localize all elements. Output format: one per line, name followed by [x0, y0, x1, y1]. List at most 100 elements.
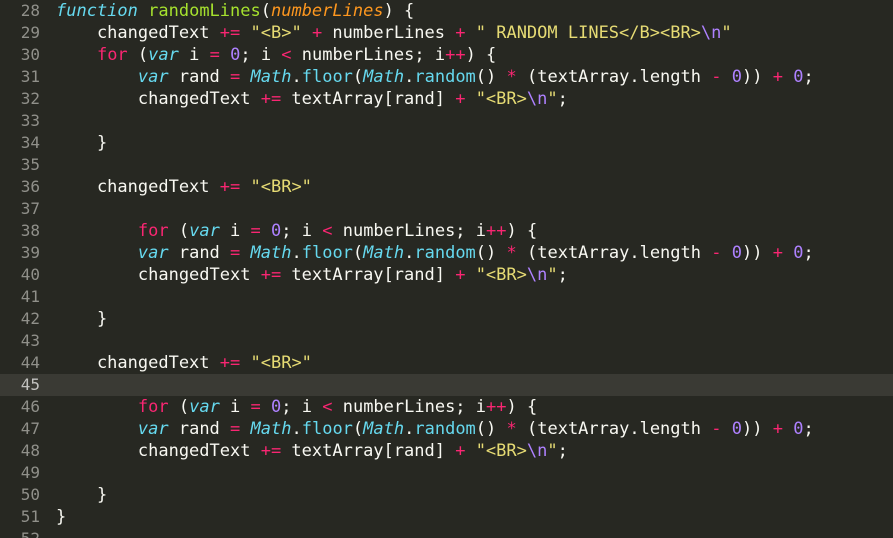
code-token: + — [772, 67, 783, 87]
code-token: changedText — [56, 441, 261, 461]
code-token: numberLines — [270, 1, 384, 21]
code-line[interactable]: 37 — [0, 198, 893, 220]
code-token: ) { — [465, 45, 497, 65]
code-line[interactable]: 31 var rand = Math.floor(Math.random() *… — [0, 66, 893, 88]
code-line[interactable]: 28 function randomLines(numberLines) { — [0, 0, 893, 22]
code-token: 0 — [271, 221, 282, 241]
code-token: textArray[rand] — [281, 265, 456, 285]
code-token: Math — [363, 67, 405, 87]
code-text: changedText += "<B>" + numberLines + " R… — [56, 22, 732, 44]
code-line[interactable]: 44 changedText += "<BR>" — [0, 352, 893, 374]
line-number: 36 — [20, 177, 40, 196]
code-token: changedText — [56, 177, 220, 197]
code-line[interactable]: 36 changedText += "<BR>" — [0, 176, 893, 198]
code-token: < — [322, 397, 333, 417]
code-editor[interactable]: 28 function randomLines(numberLines) {29 … — [0, 0, 893, 538]
code-token: ; — [803, 243, 814, 263]
code-token: i — [178, 45, 210, 65]
code-line[interactable]: 51} — [0, 506, 893, 528]
code-line[interactable]: 32 changedText += textArray[rand] + "<BR… — [0, 88, 893, 110]
line-number: 39 — [20, 243, 40, 262]
code-line[interactable]: 47 var rand = Math.floor(Math.random() *… — [0, 418, 893, 440]
code-token: ; — [803, 419, 814, 439]
code-token: floor — [301, 67, 353, 87]
code-token: \n — [700, 23, 722, 43]
code-line[interactable]: 52 — [0, 528, 893, 538]
line-number: 41 — [20, 287, 40, 306]
code-line[interactable]: 46 for (var i = 0; i < numberLines; i++)… — [0, 396, 893, 418]
code-token: Math — [363, 419, 405, 439]
code-line[interactable]: 34 } — [0, 132, 893, 154]
line-number: 33 — [20, 111, 40, 130]
code-token: < — [281, 45, 292, 65]
code-token: + — [455, 265, 466, 285]
code-line[interactable]: 38 for (var i = 0; i < numberLines; i++)… — [0, 220, 893, 242]
code-line[interactable]: 41 — [0, 286, 893, 308]
code-line[interactable]: 33 — [0, 110, 893, 132]
code-token: . — [404, 243, 415, 263]
code-token: ( — [168, 221, 190, 241]
code-text: changedText += "<BR>" — [56, 176, 312, 198]
code-text: var rand = Math.floor(Math.random() * (t… — [56, 66, 814, 88]
code-token: var — [148, 45, 179, 65]
code-token: var — [189, 221, 220, 241]
line-number: 44 — [20, 353, 40, 372]
line-number: 37 — [20, 199, 40, 218]
code-line[interactable]: 49 — [0, 462, 893, 484]
line-number: 38 — [20, 221, 40, 240]
code-token: * — [506, 67, 517, 87]
code-text: for (var i = 0; i < numberLines; i++) { — [56, 220, 537, 242]
code-line[interactable]: 40 changedText += textArray[rand] + "<BR… — [0, 264, 893, 286]
code-line[interactable]: 43 — [0, 330, 893, 352]
line-number: 42 — [20, 309, 40, 328]
code-token: Math — [363, 243, 405, 263]
code-token: changedText — [56, 353, 220, 373]
code-line[interactable]: 48 changedText += textArray[rand] + "<BR… — [0, 440, 893, 462]
code-token: (textArray.length — [516, 419, 712, 439]
code-text: changedText += textArray[rand] + "<BR>\n… — [56, 264, 568, 286]
code-token: ; — [557, 441, 568, 461]
code-token: floor — [301, 243, 353, 263]
code-token: += — [260, 265, 282, 285]
code-token: } — [56, 485, 108, 505]
code-text: } — [56, 506, 66, 528]
line-number: 48 — [20, 441, 40, 460]
code-token: ) { — [506, 397, 538, 417]
code-token: ( — [127, 45, 149, 65]
code-line[interactable]: 50 } — [0, 484, 893, 506]
code-token: + — [772, 243, 783, 263]
code-token: + — [455, 23, 466, 43]
code-token: . — [404, 419, 415, 439]
code-token: = — [230, 419, 241, 439]
code-token: i — [219, 397, 251, 417]
code-token: random — [414, 243, 476, 263]
code-token: 0 — [731, 419, 742, 439]
code-token: rand — [168, 419, 231, 439]
code-line[interactable]: 29 changedText += "<B>" + numberLines + … — [0, 22, 893, 44]
code-text: changedText += textArray[rand] + "<BR>\n… — [56, 88, 568, 110]
code-text: } — [56, 484, 107, 506]
code-token: 0 — [793, 243, 804, 263]
code-token: ; — [557, 265, 568, 285]
code-token: "<BR> — [475, 89, 527, 109]
code-line[interactable]: 39 var rand = Math.floor(Math.random() *… — [0, 242, 893, 264]
code-token: rand — [168, 243, 231, 263]
code-line[interactable]: 30 for (var i = 0; i < numberLines; i++)… — [0, 44, 893, 66]
code-token: changedText — [56, 23, 220, 43]
code-line[interactable]: 35 — [0, 154, 893, 176]
code-token: " — [547, 89, 558, 109]
code-token: * — [506, 243, 517, 263]
code-line[interactable]: 45 — [0, 374, 893, 396]
code-line[interactable]: 42 } — [0, 308, 893, 330]
